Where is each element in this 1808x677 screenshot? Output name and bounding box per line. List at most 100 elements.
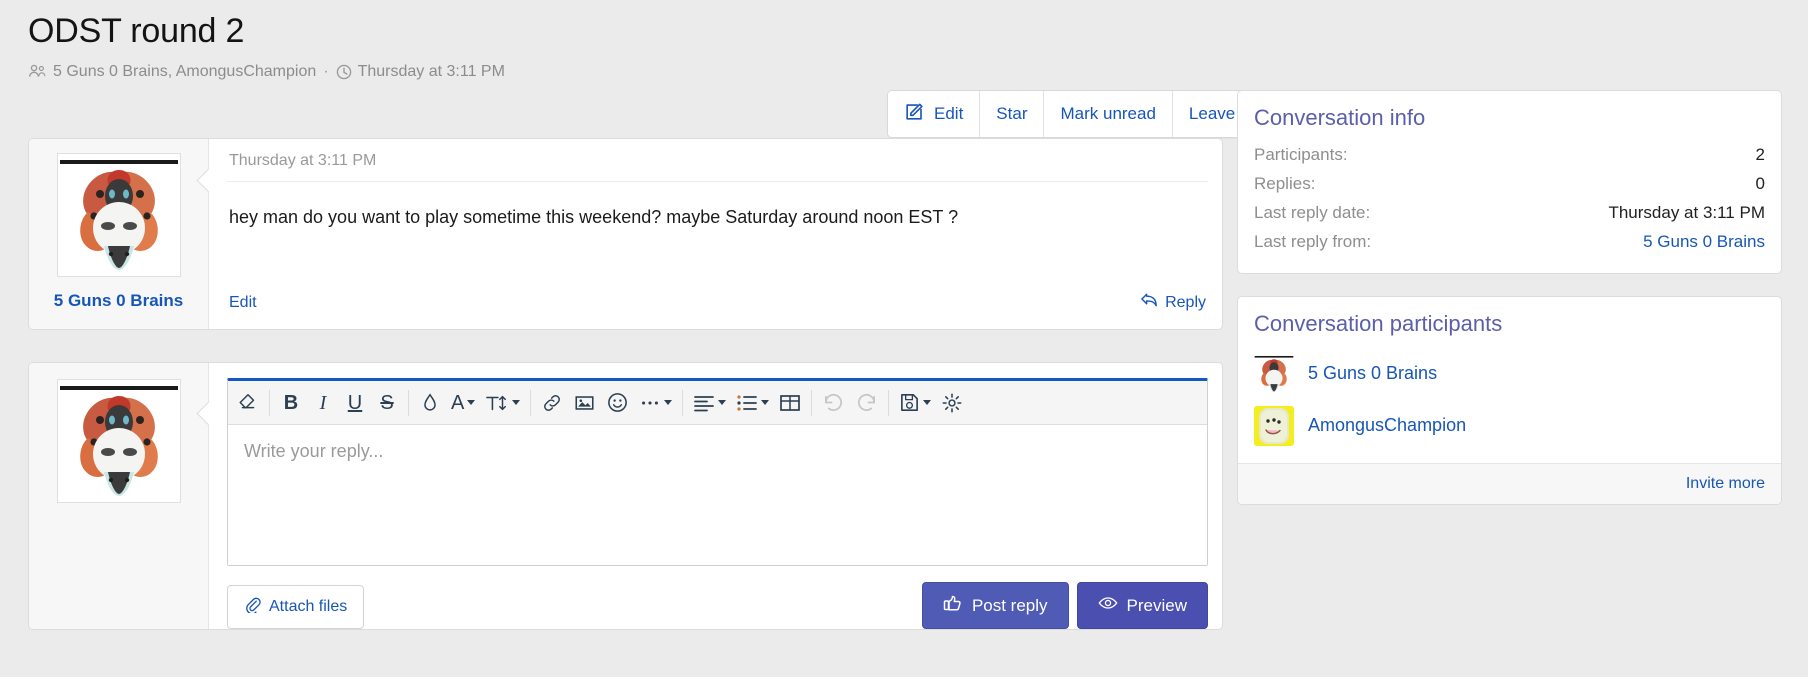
info-value: 2: [1756, 141, 1765, 170]
reply-input[interactable]: Write your reply...: [228, 425, 1207, 565]
message-reply-label: Reply: [1165, 294, 1206, 312]
toolbar-divider: [408, 390, 409, 416]
preview-button[interactable]: Preview: [1077, 582, 1208, 629]
toolbar-divider: [269, 390, 270, 416]
insert-smilie-icon[interactable]: [601, 385, 634, 421]
italic-icon[interactable]: I: [307, 385, 339, 421]
message-author-name[interactable]: 5 Guns 0 Brains: [29, 291, 208, 311]
strikethrough-icon[interactable]: S: [371, 385, 403, 421]
edit-button-label: Edit: [934, 104, 963, 124]
attach-files-label: Attach files: [269, 598, 347, 616]
mark-unread-button-label: Mark unread: [1060, 104, 1155, 124]
info-key: Participants:: [1254, 141, 1348, 170]
underline-icon[interactable]: U: [339, 385, 371, 421]
toolbar-divider: [530, 390, 531, 416]
info-key: Replies:: [1254, 170, 1315, 199]
reply-arrow-icon: [1140, 292, 1159, 313]
participant-name[interactable]: 5 Guns 0 Brains: [1308, 363, 1437, 384]
list-icon[interactable]: [731, 385, 774, 421]
text-color-icon[interactable]: [414, 385, 446, 421]
avatar[interactable]: [57, 153, 181, 277]
conversation-page: ODST round 2 5 Guns 0 Brains, AmongusCha…: [0, 0, 1808, 677]
more-options-icon[interactable]: [634, 385, 677, 421]
conversation-info-list: Participants: 2 Replies: 0 Last reply da…: [1238, 141, 1781, 273]
chevron-down-icon: [664, 400, 672, 405]
meta-participants: 5 Guns 0 Brains, AmongusChampion: [53, 63, 316, 81]
text-align-icon[interactable]: [688, 385, 731, 421]
main-column: 5 Guns 0 Brains Thursday at 3:11 PM hey …: [28, 138, 1223, 630]
list-item[interactable]: 5 Guns 0 Brains: [1254, 349, 1765, 401]
participants-list: 5 Guns 0 Brains Amo: [1238, 347, 1781, 463]
chevron-down-icon: [512, 400, 520, 405]
message-author-block: 5 Guns 0 Brains: [29, 139, 209, 329]
avatar[interactable]: [1254, 406, 1294, 446]
bold-icon[interactable]: B: [275, 385, 307, 421]
reply-submit-group: Post reply Preview: [922, 582, 1208, 629]
clock-icon: [336, 64, 352, 80]
undo-icon[interactable]: [817, 385, 850, 421]
message-footer: Edit Reply: [227, 230, 1208, 327]
list-item[interactable]: AmongusChampion: [1254, 401, 1765, 453]
star-conversation-button[interactable]: Star: [980, 91, 1044, 137]
font-family-icon[interactable]: A: [446, 385, 480, 421]
chevron-down-icon: [718, 400, 726, 405]
insert-image-icon[interactable]: [568, 385, 601, 421]
people-icon: [28, 64, 47, 79]
avatar[interactable]: [1254, 354, 1294, 394]
info-value: 0: [1756, 170, 1765, 199]
message-reply-link[interactable]: Reply: [1140, 292, 1206, 313]
participants-card-footer: Invite more: [1238, 463, 1781, 504]
participant-name[interactable]: AmongusChampion: [1308, 415, 1466, 436]
toolbar-group-typography: A: [414, 385, 525, 421]
editor-settings-icon[interactable]: [936, 385, 968, 421]
message-edit-link[interactable]: Edit: [229, 294, 257, 312]
info-key: Last reply date:: [1254, 199, 1370, 228]
strikethrough-glyph: S: [380, 393, 393, 413]
attach-files-button[interactable]: Attach files: [227, 585, 364, 629]
toolbar-group-insert: [536, 385, 677, 421]
message-post: 5 Guns 0 Brains Thursday at 3:11 PM hey …: [28, 138, 1223, 330]
message-body: Thursday at 3:11 PM hey man do you want …: [209, 139, 1222, 329]
page-header: ODST round 2 5 Guns 0 Brains, AmongusCha…: [0, 0, 1808, 81]
thumbs-up-icon: [943, 594, 963, 617]
message-text: hey man do you want to play sometime thi…: [227, 182, 1208, 230]
post-reply-button[interactable]: Post reply: [922, 582, 1069, 629]
sidebar: Conversation info Participants: 2 Replie…: [1237, 90, 1782, 527]
conversation-info-title: Conversation info: [1238, 91, 1781, 141]
drafts-icon[interactable]: [894, 385, 936, 421]
conversation-meta: 5 Guns 0 Brains, AmongusChampion · Thurs…: [28, 63, 1808, 81]
conversation-participants-title: Conversation participants: [1238, 297, 1781, 347]
leave-button-label: Leave: [1189, 104, 1235, 124]
mark-unread-button[interactable]: Mark unread: [1044, 91, 1172, 137]
toolbar-group-misc: [894, 385, 968, 421]
redo-icon[interactable]: [850, 385, 883, 421]
info-row: Replies: 0: [1254, 170, 1765, 199]
remove-formatting-icon[interactable]: [232, 385, 264, 421]
bold-glyph: B: [284, 393, 298, 413]
message-date: Thursday at 3:11 PM: [227, 139, 1208, 182]
paperclip-icon: [244, 596, 261, 618]
insert-table-icon[interactable]: [774, 385, 806, 421]
last-reply-from-link[interactable]: 5 Guns 0 Brains: [1643, 228, 1765, 257]
underline-glyph: U: [348, 393, 362, 413]
reply-actions: Attach files Post reply: [227, 566, 1208, 629]
info-row: Last reply date: Thursday at 3:11 PM: [1254, 199, 1765, 228]
font-size-icon[interactable]: [480, 385, 525, 421]
info-row: Participants: 2: [1254, 141, 1765, 170]
info-row: Last reply from: 5 Guns 0 Brains: [1254, 228, 1765, 257]
chevron-down-icon: [923, 400, 931, 405]
insert-link-icon[interactable]: [536, 385, 568, 421]
conversation-info-card: Conversation info Participants: 2 Replie…: [1237, 90, 1782, 274]
font-family-glyph: A: [451, 393, 464, 413]
invite-more-link[interactable]: Invite more: [1686, 475, 1765, 492]
conversation-action-bar: Edit Star Mark unread Leave: [887, 90, 1252, 138]
message-edit-label: Edit: [229, 294, 257, 312]
avatar[interactable]: [57, 379, 181, 503]
meta-separator: ·: [323, 63, 328, 81]
editor-toolbar: B I U S: [228, 381, 1207, 425]
edit-pencil-icon: [904, 101, 925, 127]
toolbar-divider: [811, 390, 812, 416]
edit-conversation-button[interactable]: Edit: [888, 91, 980, 137]
info-value: Thursday at 3:11 PM: [1608, 199, 1765, 228]
conversation-participants-card: Conversation participants: [1237, 296, 1782, 505]
